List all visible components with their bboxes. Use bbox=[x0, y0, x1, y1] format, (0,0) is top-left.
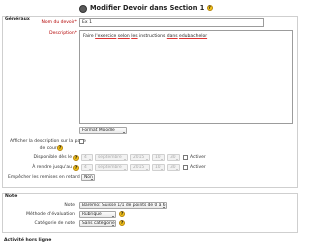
show-description-label-2: de cours bbox=[39, 146, 59, 151]
available-from-label: Disponible dès le bbox=[33, 155, 73, 160]
help-icon[interactable]: ? bbox=[119, 220, 125, 226]
help-icon[interactable]: ? bbox=[57, 145, 63, 151]
prevent-late-label: Empêcher les remises en retard bbox=[8, 175, 80, 180]
grade-legend: Note bbox=[5, 194, 18, 199]
grade-category-label: Catégorie de note bbox=[34, 221, 75, 226]
description-editor[interactable]: Faire l'exercice selon les instructions … bbox=[79, 30, 293, 124]
format-select[interactable]: Format Moodle ▾ bbox=[79, 127, 127, 134]
available-minute-select[interactable]: 30 ▾ bbox=[167, 154, 180, 161]
prevent-late-select[interactable]: Non ▾ bbox=[81, 174, 95, 181]
show-description-checkbox[interactable] bbox=[79, 139, 84, 144]
due-month-select[interactable]: septembre ▾ bbox=[95, 164, 128, 171]
show-description-label: Afficher la description sur la page bbox=[10, 139, 86, 144]
name-label: Nom du devoir* bbox=[41, 20, 77, 25]
grade-label: Note bbox=[64, 203, 75, 208]
due-year-select[interactable]: 2015 ▾ bbox=[130, 164, 150, 171]
grade-select[interactable]: Baremo: Suisse 1/1 de points de 0 à 6 ▾ bbox=[79, 202, 167, 209]
offline-activity-section[interactable]: Activité hors ligne bbox=[4, 238, 51, 243]
grading-method-label: Méthode d'évaluation bbox=[26, 212, 75, 217]
grading-method-select[interactable]: Rubrique ▾ bbox=[79, 211, 116, 218]
due-enable-checkbox[interactable] bbox=[183, 165, 188, 170]
due-date-label: À rendre jusqu'au bbox=[32, 165, 72, 170]
due-day-select[interactable]: 4 ▾ bbox=[81, 164, 93, 171]
help-icon[interactable]: ? bbox=[206, 5, 213, 11]
page-title-row: Modifier Devoir dans Section 1 ? bbox=[0, 4, 300, 14]
help-icon[interactable]: ? bbox=[73, 165, 79, 171]
help-icon[interactable]: ? bbox=[119, 211, 125, 217]
page-title: Modifier Devoir dans Section 1 ? bbox=[90, 4, 213, 12]
assignment-icon bbox=[79, 5, 87, 13]
due-enable-label: Activer bbox=[190, 165, 206, 170]
available-month-select[interactable]: septembre ▾ bbox=[95, 154, 128, 161]
available-day-select[interactable]: 4 ▾ bbox=[81, 154, 93, 161]
available-enable-checkbox[interactable] bbox=[183, 155, 188, 160]
due-minute-select[interactable]: 30 ▾ bbox=[167, 164, 180, 171]
available-enable-label: Activer bbox=[190, 155, 206, 160]
description-label: Description* bbox=[49, 31, 77, 36]
available-hour-select[interactable]: 10 ▾ bbox=[152, 154, 165, 161]
help-icon[interactable]: ? bbox=[73, 155, 79, 161]
grade-category-select[interactable]: Sans catégorie ▾ bbox=[79, 220, 116, 227]
name-field[interactable]: Ex 1 bbox=[79, 18, 264, 27]
due-hour-select[interactable]: 10 ▾ bbox=[152, 164, 165, 171]
available-year-select[interactable]: 2015 ▾ bbox=[130, 154, 150, 161]
